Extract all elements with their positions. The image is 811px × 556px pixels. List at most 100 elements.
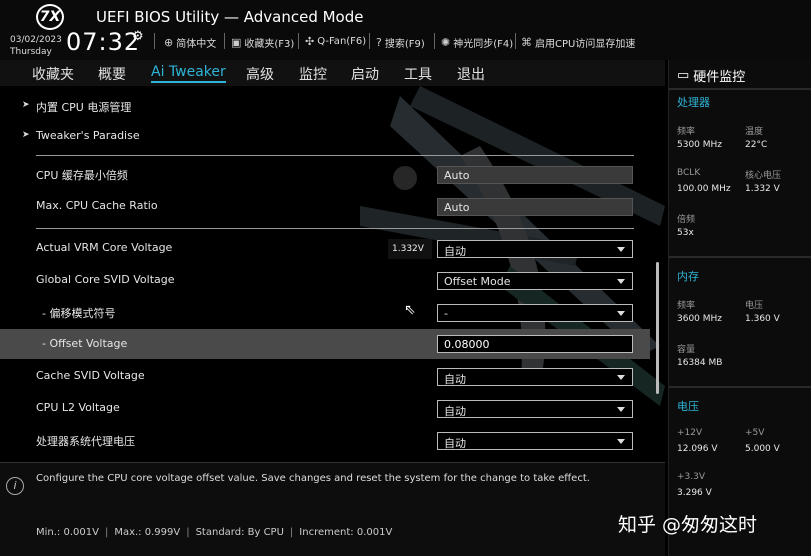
tab-tool[interactable]: 工具 — [404, 64, 432, 84]
min-value: Min.: 0.001V — [36, 527, 99, 538]
setting-max-cpu-cache-ratio[interactable]: Max. CPU Cache Ratio Auto — [0, 191, 650, 221]
chevron-down-icon — [617, 311, 625, 316]
sync-light-icon: ✺ — [441, 36, 451, 49]
date-text: 03/02/2023 — [10, 35, 62, 45]
ratio-label: 倍频 — [677, 215, 696, 225]
help-description: Configure the CPU core voltage offset va… — [36, 473, 590, 484]
setting-offset-voltage[interactable]: - Offset Voltage 0.08000 — [0, 329, 650, 359]
search-button[interactable]: ? 搜索(F9) — [376, 35, 425, 50]
mem-capacity-value: 16384 MB — [677, 358, 723, 368]
hardware-monitor-title: ▭ 硬件监控 — [677, 66, 745, 85]
rog-logo: 7X — [36, 4, 64, 30]
tab-main[interactable]: 概要 — [98, 64, 126, 84]
resizable-bar-label: 启用CPU访问显存加速 — [535, 39, 636, 50]
global-core-svid-voltage-dropdown[interactable]: Offset Mode — [437, 272, 633, 290]
cpu-freq-label: 频率 — [677, 127, 696, 137]
setting-label: - 偏移模式符号 — [42, 307, 116, 320]
tab-advanced[interactable]: 高级 — [246, 64, 274, 84]
language-button[interactable]: ⊕ 简体中文 — [164, 35, 216, 50]
section-divider — [36, 155, 634, 156]
memory-section-title: 内存 — [677, 270, 699, 283]
search-label: 搜索(F9) — [384, 39, 425, 50]
setting-offset-sign[interactable]: - 偏移模式符号 - — [0, 297, 650, 327]
info-icon: i — [6, 477, 24, 495]
tab-monitor[interactable]: 监控 — [299, 64, 327, 84]
standard-value: Standard: By CPU — [195, 527, 284, 538]
favorites-label: 收藏夹(F3) — [244, 39, 295, 50]
favorites-icon: ▣ — [231, 36, 242, 49]
dropdown-value: - — [444, 307, 448, 320]
aura-sync-button[interactable]: ✺ 神光同步(F4) — [441, 35, 513, 50]
favorites-button[interactable]: ▣ 收藏夹(F3) — [231, 35, 294, 50]
setting-system-agent-voltage[interactable]: 处理器系统代理电压 自动 — [0, 425, 650, 455]
header-divider — [515, 33, 516, 49]
submenu-arrow-icon: ➤ — [22, 100, 30, 110]
setting-cpu-cache-min-ratio[interactable]: CPU 缓存最小倍频 Auto — [0, 159, 650, 189]
setting-cpu-l2-voltage[interactable]: CPU L2 Voltage 自动 — [0, 393, 650, 423]
hardware-monitor-panel: ▭ 硬件监控 处理器 频率 温度 5300 MHz 22°C BCLK 核心电压… — [668, 60, 811, 556]
system-agent-voltage-dropdown[interactable]: 自动 — [437, 432, 633, 450]
monitor-divider — [669, 88, 811, 90]
search-help-icon: ? — [376, 36, 382, 49]
mem-volt-value: 1.360 V — [745, 314, 780, 324]
language-label: 简体中文 — [176, 39, 217, 50]
submenu-arrow-icon: ➤ — [22, 130, 30, 140]
setting-label: - Offset Voltage — [42, 337, 128, 350]
tab-exit[interactable]: 退出 — [457, 64, 485, 84]
qfan-button[interactable]: ✣ Q-Fan(F6) — [305, 35, 366, 48]
clock-settings-icon[interactable]: ⚙ — [132, 29, 144, 44]
setting-label: Actual VRM Core Voltage — [36, 241, 173, 254]
tab-favorites[interactable]: 收藏夹 — [32, 64, 74, 84]
dropdown-value: 自动 — [444, 245, 466, 258]
cpu-cache-min-ratio-value[interactable]: Auto — [437, 166, 633, 184]
v5-value: 5.000 V — [745, 444, 780, 454]
vrm-voltage-reading: 1.332V — [388, 239, 432, 259]
setting-global-core-svid-voltage[interactable]: Global Core SVID Voltage Offset Mode — [0, 265, 650, 295]
settings-panel: ➤ 内置 CPU 电源管理 ➤ Tweaker's Paradise CPU 缓… — [0, 86, 665, 462]
resizable-bar-button[interactable]: ⌘ 启用CPU访问显存加速 — [521, 35, 635, 50]
bclk-value: 100.00 MHz — [677, 184, 731, 194]
tab-ai-tweaker[interactable]: Ai Tweaker — [151, 64, 226, 83]
voltage-section-title: 电压 — [677, 400, 699, 413]
offset-voltage-input[interactable]: 0.08000 — [437, 335, 633, 353]
header-divider — [369, 33, 370, 49]
max-cpu-cache-ratio-value[interactable]: Auto — [437, 198, 633, 216]
menu-label: Tweaker's Paradise — [36, 129, 140, 142]
section-divider — [36, 228, 634, 229]
help-panel: i Configure the CPU core voltage offset … — [0, 462, 665, 556]
cpu-l2-voltage-dropdown[interactable]: 自动 — [437, 400, 633, 418]
header-divider — [434, 33, 435, 49]
dropdown-value: 自动 — [444, 373, 466, 386]
main-nav: 收藏夹 概要 Ai Tweaker 高级 监控 启动 工具 退出 — [0, 60, 665, 86]
settings-scrollbar[interactable] — [656, 262, 659, 394]
actual-vrm-core-voltage-dropdown[interactable]: 自动 — [437, 240, 633, 258]
help-value-ranges: Min.: 0.001V | Max.: 0.999V | Standard: By C… — [36, 527, 393, 538]
offset-sign-dropdown[interactable]: - — [437, 304, 633, 322]
header-divider — [224, 33, 225, 49]
v12-label: +12V — [677, 428, 703, 438]
memory-icon: ⌘ — [521, 36, 532, 49]
weekday-text: Thursday — [10, 47, 52, 57]
core-voltage-label: 核心电压 — [745, 171, 782, 181]
app-title: UEFI BIOS Utility — Advanced Mode — [96, 8, 364, 26]
menu-tweakers-paradise[interactable]: ➤ Tweaker's Paradise — [0, 121, 650, 151]
mem-capacity-label: 容量 — [677, 345, 696, 355]
menu-label: 内置 CPU 电源管理 — [36, 101, 132, 114]
cache-svid-voltage-dropdown[interactable]: 自动 — [437, 368, 633, 386]
tab-boot[interactable]: 启动 — [351, 64, 379, 84]
mouse-cursor-icon: ⇖ — [404, 302, 416, 318]
setting-actual-vrm-core-voltage[interactable]: Actual VRM Core Voltage 1.332V 自动 — [0, 233, 650, 263]
setting-label: Global Core SVID Voltage — [36, 273, 175, 286]
v33-label: +3.3V — [677, 472, 706, 482]
v5-label: +5V — [745, 428, 765, 438]
header-divider — [154, 33, 155, 49]
chevron-down-icon — [617, 407, 625, 412]
setting-cache-svid-voltage[interactable]: Cache SVID Voltage 自动 — [0, 361, 650, 391]
setting-label: Cache SVID Voltage — [36, 369, 145, 382]
chevron-down-icon — [617, 279, 625, 284]
menu-cpu-power-management[interactable]: ➤ 内置 CPU 电源管理 — [0, 91, 650, 121]
dropdown-value: 自动 — [444, 437, 466, 450]
chevron-down-icon — [617, 375, 625, 380]
monitor-divider — [669, 386, 811, 388]
fan-icon: ✣ — [305, 35, 315, 48]
